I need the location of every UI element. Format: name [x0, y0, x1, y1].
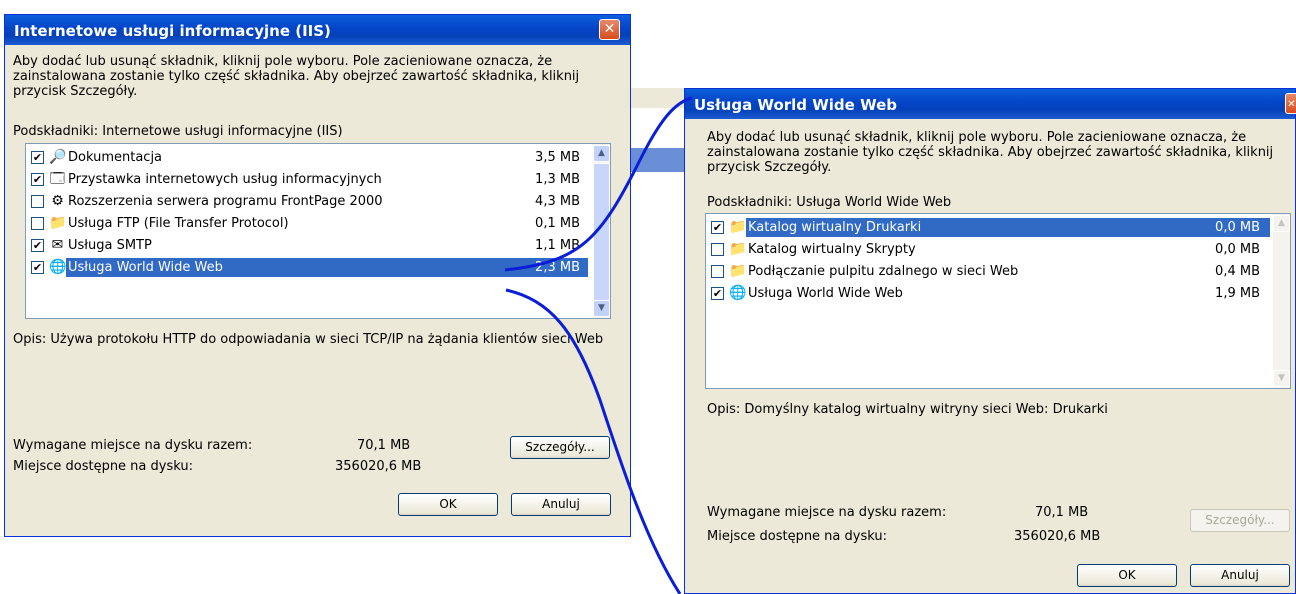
scroll-thumb[interactable] — [593, 163, 610, 301]
folder-icon: 📁 — [729, 263, 747, 279]
ok-button[interactable]: OK — [1077, 564, 1177, 587]
item-checkbox[interactable] — [711, 287, 724, 300]
item-checkbox[interactable] — [31, 173, 44, 186]
scrollbar[interactable]: ▲ ▼ — [593, 144, 610, 318]
ok-button[interactable]: OK — [398, 493, 498, 516]
instructions-text: Aby dodać lub usunąć składnik, kliknij p… — [707, 130, 1274, 175]
scroll-down-button[interactable]: ▼ — [1273, 370, 1290, 387]
cancel-button[interactable]: Anuluj — [511, 493, 611, 516]
item-label: Przystawka internetowych usług informacy… — [68, 172, 382, 187]
item-size: 4,3 MB — [535, 194, 580, 209]
item-checkbox[interactable] — [31, 217, 44, 230]
web-globe-icon: 🌐 — [49, 259, 67, 275]
cancel-button[interactable]: Anuluj — [1190, 564, 1290, 587]
details-button[interactable]: Szczegóły... — [510, 436, 610, 459]
item-label: Usługa FTP (File Transfer Protocol) — [68, 216, 289, 231]
close-button[interactable]: ✕ — [1285, 93, 1296, 114]
item-checkbox[interactable] — [711, 243, 724, 256]
details-button[interactable]: Szczegóły... — [1190, 509, 1290, 532]
item-label: Dokumentacja — [68, 150, 163, 165]
item-label: Usługa World Wide Web — [68, 260, 223, 275]
list-item[interactable]: ✉ Usługa SMTP 1,1 MB — [30, 235, 590, 256]
mmc-snapin-icon: 🗔 — [49, 171, 66, 187]
title-bar[interactable]: Internetowe usługi informacyjne (IIS) — [5, 15, 630, 45]
list-item[interactable]: 📁 Podłączanie pulpitu zdalnego w sieci We… — [710, 261, 1272, 282]
list-item[interactable]: 📁 Katalog wirtualny Skrypty 0,0 MB — [710, 239, 1272, 260]
web-globe-icon: 🌐 — [729, 285, 747, 301]
item-checkbox[interactable] — [711, 221, 724, 234]
required-space-label: Wymagane miejsce na dysku razem: — [13, 438, 253, 453]
list-item[interactable]: 📁 Usługa FTP (File Transfer Protocol) 0,1 … — [30, 213, 590, 234]
list-item[interactable]: 🌐Usługa World Wide Web 1,9 MB — [710, 283, 1272, 304]
item-checkbox[interactable] — [31, 195, 44, 208]
item-size: 2,3 MB — [535, 260, 580, 275]
item-size: 1,9 MB — [1215, 286, 1260, 301]
item-label: Rozszerzenia serwera programu FrontPage … — [68, 194, 383, 209]
required-space-value: 70,1 MB — [1035, 505, 1089, 520]
item-checkbox[interactable] — [711, 265, 724, 278]
background-window-fragment — [630, 148, 690, 172]
chevron-down-icon: ▼ — [598, 303, 605, 313]
chevron-up-icon: ▲ — [598, 148, 605, 158]
folder-icon: 📁 — [729, 219, 747, 235]
available-space-label: Miejsce dostępne na dysku: — [707, 529, 887, 544]
item-size: 1,1 MB — [535, 238, 580, 253]
item-label: Usługa SMTP — [68, 238, 152, 253]
mail-icon: ✉ — [51, 237, 64, 253]
scrollbar[interactable]: ▲ ▼ — [1273, 214, 1290, 388]
item-checkbox[interactable] — [31, 261, 44, 274]
components-list[interactable]: 📁Katalog wirtualny Drukarki0,0 MB📁Katalo… — [705, 213, 1291, 389]
item-label: Podłączanie pulpitu zdalnego w sieci Web — [748, 264, 1019, 279]
title-bar[interactable]: Usługa World Wide Web — [685, 89, 1295, 119]
close-button[interactable]: ✕ — [599, 19, 620, 40]
available-space-value: 356020,6 MB — [1014, 529, 1101, 544]
item-checkbox[interactable] — [31, 151, 44, 164]
iis-dialog: Internetowe usługi informacyjne (IIS) ✕ … — [4, 14, 631, 537]
available-space-label: Miejsce dostępne na dysku: — [13, 459, 193, 474]
close-icon: ✕ — [1287, 99, 1296, 110]
required-space-label: Wymagane miejsce na dysku razem: — [707, 505, 947, 520]
subcomponents-label: Podskładniki: Usługa World Wide Web — [707, 195, 952, 210]
available-space-value: 356020,6 MB — [335, 459, 422, 474]
item-size: 0,4 MB — [1215, 264, 1260, 279]
chevron-down-icon: ▼ — [1278, 373, 1285, 383]
item-size: 0,0 MB — [1215, 220, 1260, 235]
instructions-text: Aby dodać lub usunąć składnik, kliknij p… — [13, 54, 580, 99]
item-label: Katalog wirtualny Drukarki — [748, 220, 922, 235]
description-text: Opis: Domyślny katalog wirtualny witryny… — [707, 402, 1108, 417]
scroll-up-button[interactable]: ▲ — [1273, 215, 1290, 232]
help-globe-icon: 🔎 — [49, 149, 67, 165]
list-item[interactable]: 📁Katalog wirtualny Drukarki 0,0 MB — [710, 217, 1272, 238]
item-label: Usługa World Wide Web — [748, 286, 903, 301]
item-checkbox[interactable] — [31, 239, 44, 252]
folder-icon: 📁 — [49, 215, 67, 231]
description-text: Opis: Używa protokołu HTTP do odpowiadan… — [13, 332, 604, 347]
required-space-value: 70,1 MB — [357, 438, 411, 453]
item-label: Katalog wirtualny Skrypty — [748, 242, 916, 257]
item-size: 0,0 MB — [1215, 242, 1260, 257]
scroll-down-button[interactable]: ▼ — [593, 300, 610, 317]
subcomponents-label: Podskładniki: Internetowe usługi informa… — [13, 124, 343, 139]
window-title: Internetowe usługi informacyjne (IIS) — [14, 22, 331, 40]
item-size: 3,5 MB — [535, 150, 580, 165]
list-item[interactable]: 🌐Usługa World Wide Web 2,3 MB — [30, 257, 590, 278]
close-icon: ✕ — [603, 21, 616, 37]
item-size: 0,1 MB — [535, 216, 580, 231]
components-list[interactable]: 🔎Dokumentacja 3,5 MB 🗔Przystawka interneto… — [25, 143, 611, 319]
www-dialog: Usługa World Wide Web ✕ Aby dodać lub us… — [684, 88, 1296, 594]
list-item[interactable]: ⚙ Rozszerzenia serwera programu FrontPage… — [30, 191, 590, 212]
window-title: Usługa World Wide Web — [694, 96, 897, 114]
gears-icon: ⚙ — [51, 193, 64, 209]
item-size: 1,3 MB — [535, 172, 580, 187]
scroll-up-button[interactable]: ▲ — [593, 145, 610, 162]
folder-icon: 📁 — [729, 241, 747, 257]
list-item[interactable]: 🗔Przystawka internetowych usług informac… — [30, 169, 590, 190]
chevron-up-icon: ▲ — [1278, 218, 1285, 228]
list-item[interactable]: 🔎Dokumentacja 3,5 MB — [30, 147, 590, 168]
